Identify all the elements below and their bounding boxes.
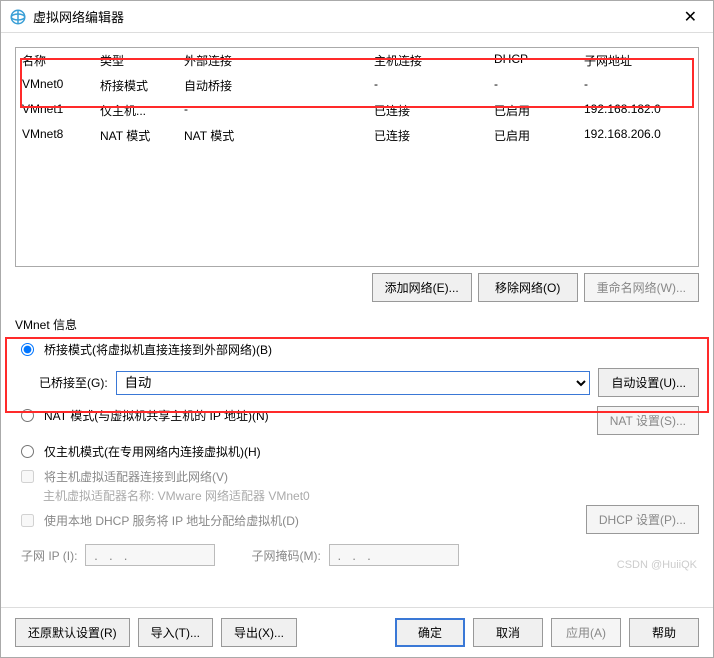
- bridged-radio[interactable]: 桥接模式(将虚拟机直接连接到外部网络)(B): [21, 341, 699, 358]
- cell-name: VMnet1: [22, 102, 100, 119]
- hostonly-radio-input[interactable]: [21, 445, 34, 458]
- cell-subnet: 192.168.206.0: [584, 127, 692, 144]
- dhcp-settings-button: DHCP 设置(P)...: [586, 505, 699, 534]
- host-adapter-label: 将主机虚拟适配器连接到此网络(V): [44, 468, 228, 485]
- cell-type: 桥接模式: [100, 77, 184, 94]
- cancel-button[interactable]: 取消: [473, 618, 543, 647]
- export-button[interactable]: 导出(X)...: [221, 618, 297, 647]
- bridged-to-label: 已桥接至(G):: [39, 374, 108, 391]
- col-dhcp[interactable]: DHCP: [494, 52, 584, 69]
- window-title: 虚拟网络编辑器: [33, 7, 676, 26]
- cell-type: NAT 模式: [100, 127, 184, 144]
- bottom-bar: 还原默认设置(R) 导入(T)... 导出(X)... 确定 取消 应用(A) …: [1, 607, 713, 657]
- remove-network-button[interactable]: 移除网络(O): [478, 273, 578, 302]
- cell-ext: NAT 模式: [184, 127, 374, 144]
- cell-name: VMnet0: [22, 77, 100, 94]
- cell-ext: -: [184, 102, 374, 119]
- ok-button[interactable]: 确定: [395, 618, 465, 647]
- bridged-radio-input[interactable]: [21, 343, 34, 356]
- cell-dhcp: 已启用: [494, 127, 584, 144]
- dhcp-checkbox-label: 使用本地 DHCP 服务将 IP 地址分配给虚拟机(D): [44, 512, 299, 529]
- table-header: 名称 类型 外部连接 主机连接 DHCP 子网地址: [16, 48, 698, 73]
- import-button[interactable]: 导入(T)...: [138, 618, 213, 647]
- add-network-button[interactable]: 添加网络(E)...: [372, 273, 472, 302]
- table-row[interactable]: VMnet8NAT 模式NAT 模式已连接已启用192.168.206.0: [16, 123, 698, 148]
- col-subnet[interactable]: 子网地址: [584, 52, 692, 69]
- table-row[interactable]: VMnet0桥接模式自动桥接---: [16, 73, 698, 98]
- titlebar: 虚拟网络编辑器 ✕: [1, 1, 713, 33]
- nat-settings-button: NAT 设置(S)...: [597, 406, 699, 435]
- col-ext[interactable]: 外部连接: [184, 52, 374, 69]
- cell-type: 仅主机...: [100, 102, 184, 119]
- rename-network-button: 重命名网络(W)...: [584, 273, 699, 302]
- help-button[interactable]: 帮助: [629, 618, 699, 647]
- table-row[interactable]: VMnet1仅主机...-已连接已启用192.168.182.0: [16, 98, 698, 123]
- cell-host: 已连接: [374, 127, 494, 144]
- hostonly-radio-label: 仅主机模式(在专用网络内连接虚拟机)(H): [44, 443, 261, 460]
- app-icon: [9, 8, 27, 26]
- cell-ext: 自动桥接: [184, 77, 374, 94]
- vmnet-info-group: VMnet 信息 桥接模式(将虚拟机直接连接到外部网络)(B) 已桥接至(G):…: [15, 316, 699, 570]
- subnet-mask-input: [329, 544, 459, 566]
- cell-subnet: 192.168.182.0: [584, 102, 692, 119]
- dhcp-checkbox-input: [21, 514, 34, 527]
- bridged-to-select[interactable]: 自动: [116, 371, 591, 395]
- nat-radio-input[interactable]: [21, 409, 34, 422]
- close-icon[interactable]: ✕: [676, 3, 705, 31]
- subnet-ip-input: [85, 544, 215, 566]
- col-name[interactable]: 名称: [22, 52, 100, 69]
- apply-button: 应用(A): [551, 618, 621, 647]
- watermark: CSDN @HuiiQK: [617, 559, 697, 571]
- host-adapter-checkbox-input: [21, 470, 34, 483]
- cell-dhcp: -: [494, 77, 584, 94]
- cell-name: VMnet8: [22, 127, 100, 144]
- host-adapter-checkbox: 将主机虚拟适配器连接到此网络(V): [21, 468, 699, 485]
- hostonly-radio[interactable]: 仅主机模式(在专用网络内连接虚拟机)(H): [21, 443, 699, 460]
- cell-host: -: [374, 77, 494, 94]
- cell-dhcp: 已启用: [494, 102, 584, 119]
- network-table: 名称 类型 外部连接 主机连接 DHCP 子网地址 VMnet0桥接模式自动桥接…: [15, 47, 699, 267]
- col-type[interactable]: 类型: [100, 52, 184, 69]
- nat-radio-label: NAT 模式(与虚拟机共享主机的 IP 地址)(N): [44, 407, 269, 424]
- restore-defaults-button[interactable]: 还原默认设置(R): [15, 618, 130, 647]
- bridged-radio-label: 桥接模式(将虚拟机直接连接到外部网络)(B): [44, 341, 272, 358]
- col-host[interactable]: 主机连接: [374, 52, 494, 69]
- subnet-ip-label: 子网 IP (I):: [21, 547, 77, 564]
- group-title: VMnet 信息: [15, 316, 699, 333]
- subnet-mask-label: 子网掩码(M):: [251, 547, 320, 564]
- cell-subnet: -: [584, 77, 692, 94]
- auto-settings-button[interactable]: 自动设置(U)...: [598, 368, 699, 397]
- host-adapter-name: 主机虚拟适配器名称: VMware 网络适配器 VMnet0: [43, 487, 699, 504]
- cell-host: 已连接: [374, 102, 494, 119]
